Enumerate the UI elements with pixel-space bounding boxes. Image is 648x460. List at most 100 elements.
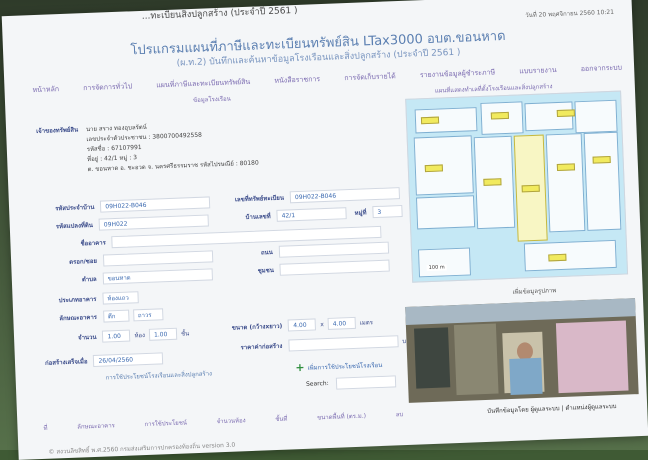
col-usage[interactable]: การใช้ประโยชน์	[144, 417, 187, 429]
land-code-field[interactable]: 09H022	[98, 214, 210, 231]
search-label: Search:	[305, 379, 329, 388]
row-material: ลักษณะอาคาร ตึก ถาวร	[59, 308, 164, 324]
map-parcel	[413, 135, 474, 196]
map-label-tag	[556, 163, 576, 172]
size-unit: เมตร	[359, 319, 374, 327]
floors-field[interactable]: 1.00	[148, 327, 178, 341]
map-scale: 100 m	[426, 264, 447, 272]
map-label-tag	[521, 184, 540, 193]
add-photo-link[interactable]: เพิ่มข้อมูลรูปภาพ	[512, 285, 557, 297]
row-price: ราคาค่าก่อสร้าง บาท	[240, 335, 414, 354]
map-label-tag	[556, 109, 575, 118]
usage-table-header: ที่ ลักษณะอาคาร การใช้ประโยชน์ จำนวนห้อง…	[43, 409, 403, 433]
moo-label: หมู่ที่	[354, 209, 367, 217]
row-reg-no: เลขที่ทรัพย์ทะเบียน 09H022-B046	[234, 187, 401, 205]
village-field[interactable]	[279, 259, 390, 276]
col-no[interactable]: ที่	[43, 423, 47, 433]
map-label-tag	[483, 178, 502, 186]
row-date: ก่อสร้างเสร็จเมื่อ 26/04/2560	[45, 352, 164, 369]
plus-icon: +	[295, 360, 305, 375]
material-a-select[interactable]: ตึก	[102, 309, 130, 323]
menu-item-logout[interactable]: ออกจากระบบ	[581, 62, 623, 84]
map-parcel	[417, 247, 472, 278]
road-label: ถนน	[260, 249, 273, 257]
building-code-field[interactable]: 09H022-B046	[100, 196, 211, 213]
reg-no-field[interactable]: 09H022-B046	[289, 187, 401, 204]
house-no-label: บ้านเลขที่	[245, 213, 271, 222]
reg-no-label: เลขที่ทรัพย์ทะเบียน	[234, 194, 285, 204]
price-field[interactable]	[288, 335, 399, 352]
material-label: ลักษณะอาคาร	[59, 313, 98, 323]
village-label: ชุมชน	[257, 266, 275, 275]
width-field[interactable]: 4.00	[288, 318, 317, 332]
col-delete[interactable]: ลบ	[396, 409, 404, 419]
submenu-building-info[interactable]: ข้อมูลโรงเรือน	[193, 94, 231, 105]
building-type-select[interactable]: ห้องแถว	[102, 291, 139, 305]
row-size: ขนาด (กว้างxยาว) 4.00 x 4.00 เมตร	[232, 316, 374, 333]
footer: © สงวนลิขสิทธิ์ พ.ศ.2560 กรมส่งเสริมการป…	[48, 441, 236, 456]
map-label-tag	[424, 164, 443, 173]
map-label-tag	[420, 116, 440, 125]
owner-details: นาย สราง ทองอุบลรัตน์ เลขประจำตัวประชาชน…	[86, 119, 259, 176]
owner-section: เจ้าของทรัพย์สิน นาย สราง ทองอุบลรัตน์ เ…	[36, 115, 358, 177]
row-count: จำนวน 1.00 ห้อง 1.00 ชั้น	[78, 327, 190, 343]
menu-item-general[interactable]: การจัดการทั่วไป	[83, 81, 133, 103]
date-label: ก่อสร้างเสร็จเมื่อ	[44, 358, 88, 367]
price-label: ราคาค่าก่อสร้าง	[240, 342, 283, 352]
road-field[interactable]	[278, 241, 389, 258]
timestamp: วันที่ 20 พฤศจิกายน 2560 10:21	[525, 8, 615, 20]
row-building-code: รหัสประจำบ้าน 09H022-B046	[55, 196, 211, 214]
material-b-select[interactable]: ถาวร	[132, 308, 164, 322]
row-land-code: รหัสแปลงที่ดิน 09H022	[55, 214, 210, 232]
tambon-label: ตำบล	[81, 275, 97, 284]
map-label-tag	[592, 155, 611, 164]
owner-label: เจ้าของทรัพย์สิน	[36, 126, 79, 136]
printed-page: ...ทะเบียนสิ่งปลูกสร้าง (ประจำปี 2561 ) …	[1, 0, 648, 460]
size-times: x	[320, 320, 324, 328]
rooms-field[interactable]: 1.00	[102, 329, 131, 343]
col-building-type[interactable]: ลักษณะอาคาร	[77, 420, 115, 431]
moo-field[interactable]: 3	[372, 205, 403, 219]
map-parcel	[574, 99, 618, 134]
add-usage-button[interactable]: + เพิ่มการใช้ประโยชน์โรงเรือน	[295, 358, 382, 374]
menu-item-home[interactable]: หน้าหลัก	[32, 84, 59, 105]
map-parcel	[415, 195, 476, 230]
building-photo	[405, 298, 639, 403]
menu-item-revenue[interactable]: การจัดเก็บรายได้	[344, 71, 396, 93]
row-tambon: ตำบล ขอนหาด	[82, 268, 213, 285]
col-rooms[interactable]: จำนวนห้อง	[216, 415, 246, 426]
search-box	[335, 375, 397, 390]
menu-item-documents[interactable]: หนังสือราชการ	[274, 74, 320, 96]
size-label: ขนาด (กว้างxยาว)	[231, 322, 283, 332]
row-village: ชุมชน	[257, 259, 390, 277]
usage-title: การใช้ประโยชน์โรงเรือนและสิ่งปลูกสร้าง	[105, 370, 213, 382]
length-field[interactable]: 4.00	[327, 316, 357, 330]
tax-map[interactable]: 100 m	[405, 90, 629, 283]
land-code-label: รหัสแปลงที่ดิน	[55, 221, 94, 231]
row-road: ถนน	[260, 241, 389, 259]
row-alley: ตรอก/ซอย	[69, 250, 214, 268]
col-area[interactable]: ขนาดพื้นที่ (ตร.ม.)	[317, 411, 366, 423]
search-input[interactable]	[335, 375, 397, 390]
map-parcel	[545, 133, 586, 233]
row-house-no: บ้านเลขที่ 42/1 หมู่ที่ 3	[245, 205, 403, 223]
photo-caption: บันทึกข้อมูลโดย ผู้ดูแลระบบ | ตำแหน่งผู้…	[487, 402, 617, 415]
alley-label: ตรอก/ซอย	[69, 257, 98, 266]
date-field[interactable]: 26/04/2560	[93, 352, 164, 367]
alley-field[interactable]	[102, 250, 214, 267]
map-parcel	[583, 131, 622, 231]
house-no-field[interactable]: 42/1	[276, 207, 347, 222]
map-parcel	[523, 239, 617, 272]
rooms-unit: ห้อง	[134, 331, 146, 340]
add-usage-label: เพิ่มการใช้ประโยชน์โรงเรือน	[307, 361, 383, 372]
building-type-label: ประเภทอาคาร	[58, 295, 97, 305]
map-label-tag	[548, 253, 567, 262]
building-name-label: ชื่ออาคาร	[80, 239, 106, 248]
building-code-label: รหัสประจำบ้าน	[55, 203, 95, 213]
count-label: จำนวน	[77, 333, 97, 342]
row-building-type: ประเภทอาคาร ห้องแถว	[58, 291, 139, 306]
tambon-field[interactable]: ขอนหาด	[102, 268, 213, 285]
map-label-tag	[490, 111, 510, 120]
floors-unit: ชั้น	[180, 330, 190, 338]
col-floor[interactable]: ชั้นที่	[275, 414, 288, 424]
